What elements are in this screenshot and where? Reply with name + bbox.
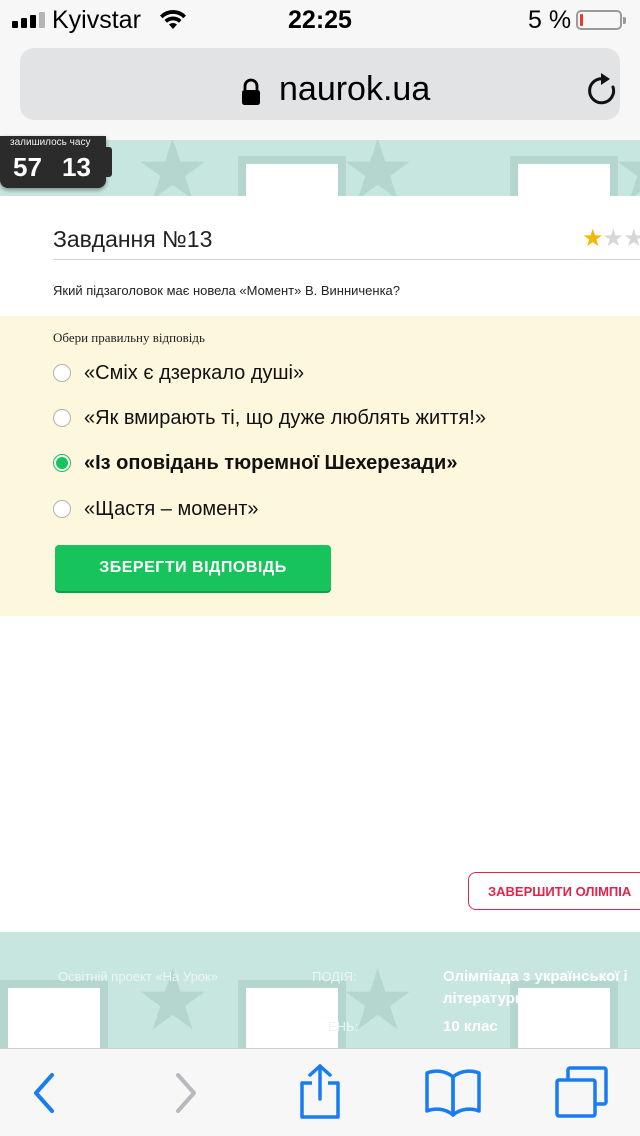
frame-decoration — [510, 980, 618, 1048]
answer-option-4[interactable]: «Щастя – момент» — [53, 494, 259, 524]
question-text: Який підзаголовок має новела «Момент» В.… — [53, 283, 401, 298]
save-answer-button[interactable]: ЗБЕРЕГТИ ВІДПОВІДЬ — [55, 545, 331, 591]
footer-event-value: Олімпіада з української і — [443, 968, 628, 985]
answer-option-2[interactable]: «Як вмирають ті, що дуже люблять життя!» — [53, 403, 486, 433]
forward-icon[interactable] — [170, 1071, 200, 1115]
radio-button-selected[interactable] — [53, 454, 71, 472]
finish-olympiad-button[interactable]: ЗАВЕРШИТИ ОЛІМПІА — [468, 872, 640, 910]
url-domain[interactable]: naurok.ua — [279, 70, 430, 109]
frame-decoration — [510, 156, 618, 196]
radio-button[interactable] — [53, 500, 71, 518]
timer-minutes: 57 — [13, 152, 42, 182]
battery-level — [580, 14, 583, 26]
rating-star-empty: ★ — [623, 225, 640, 252]
battery-icon — [576, 10, 626, 30]
footer: ★ ★ Освітній проект «На Урок» ПОДІЯ: Олі… — [0, 932, 640, 1048]
footer-project[interactable]: Освітній проект «На Урок» — [58, 969, 218, 984]
answer-option-1[interactable]: «Сміх є дзеркало душі» — [53, 358, 304, 388]
rating-star-filled: ★ — [582, 225, 603, 252]
answers-panel: Обери правильну відповідь «Сміх є дзерка… — [0, 316, 640, 616]
timer-label: залишилось часу — [10, 137, 91, 148]
footer-event-value-2: літератури — [443, 990, 525, 1007]
answer-instruction: Обери правильну відповідь — [53, 330, 205, 345]
browser-toolbar — [0, 1048, 640, 1136]
answer-label[interactable]: «Щастя – момент» — [84, 498, 259, 521]
radio-button[interactable] — [53, 409, 71, 427]
footer-event-label: ПОДІЯ: — [312, 969, 357, 984]
star-decoration: ★ — [340, 140, 416, 196]
task-title: Завдання №13 — [53, 226, 213, 252]
divider — [53, 259, 640, 260]
star-decoration: ★ — [135, 140, 211, 196]
answer-label[interactable]: «Сміх є дзеркало душі» — [84, 362, 304, 385]
difficulty-rating: ★★★ — [582, 224, 640, 253]
footer-class-value: 10 клас — [443, 1018, 498, 1035]
tabs-icon[interactable] — [554, 1065, 610, 1119]
browser-bar: naurok.ua — [0, 40, 640, 140]
footer-class-label: ЕНЬ: — [328, 1019, 359, 1034]
timer-knob — [104, 147, 112, 177]
share-icon[interactable] — [298, 1063, 342, 1119]
back-icon[interactable] — [30, 1071, 60, 1115]
frame-decoration — [0, 980, 108, 1048]
lock-icon — [242, 78, 260, 105]
status-bar: Kyivstar 22:25 5 % — [0, 0, 640, 40]
frame-decoration — [238, 156, 346, 196]
bookmarks-icon[interactable] — [424, 1067, 482, 1117]
timer-seconds: 13 — [62, 152, 91, 182]
radio-button[interactable] — [53, 364, 71, 382]
rating-star-empty: ★ — [602, 225, 624, 252]
answer-option-3[interactable]: «Із оповідань тюремної Шехерезади» — [53, 448, 457, 478]
frame-decoration — [238, 980, 346, 1048]
answer-label[interactable]: «Як вмирають ті, що дуже люблять життя!» — [84, 407, 486, 430]
reload-icon[interactable] — [586, 71, 620, 109]
battery-percent: 5 % — [528, 6, 572, 34]
star-decoration: ★ — [612, 140, 640, 196]
countdown-timer: залишилось часу 57 13 — [0, 136, 106, 188]
answer-label[interactable]: «Із оповідань тюремної Шехерезади» — [84, 452, 457, 475]
address-bar[interactable]: naurok.ua — [20, 48, 620, 120]
